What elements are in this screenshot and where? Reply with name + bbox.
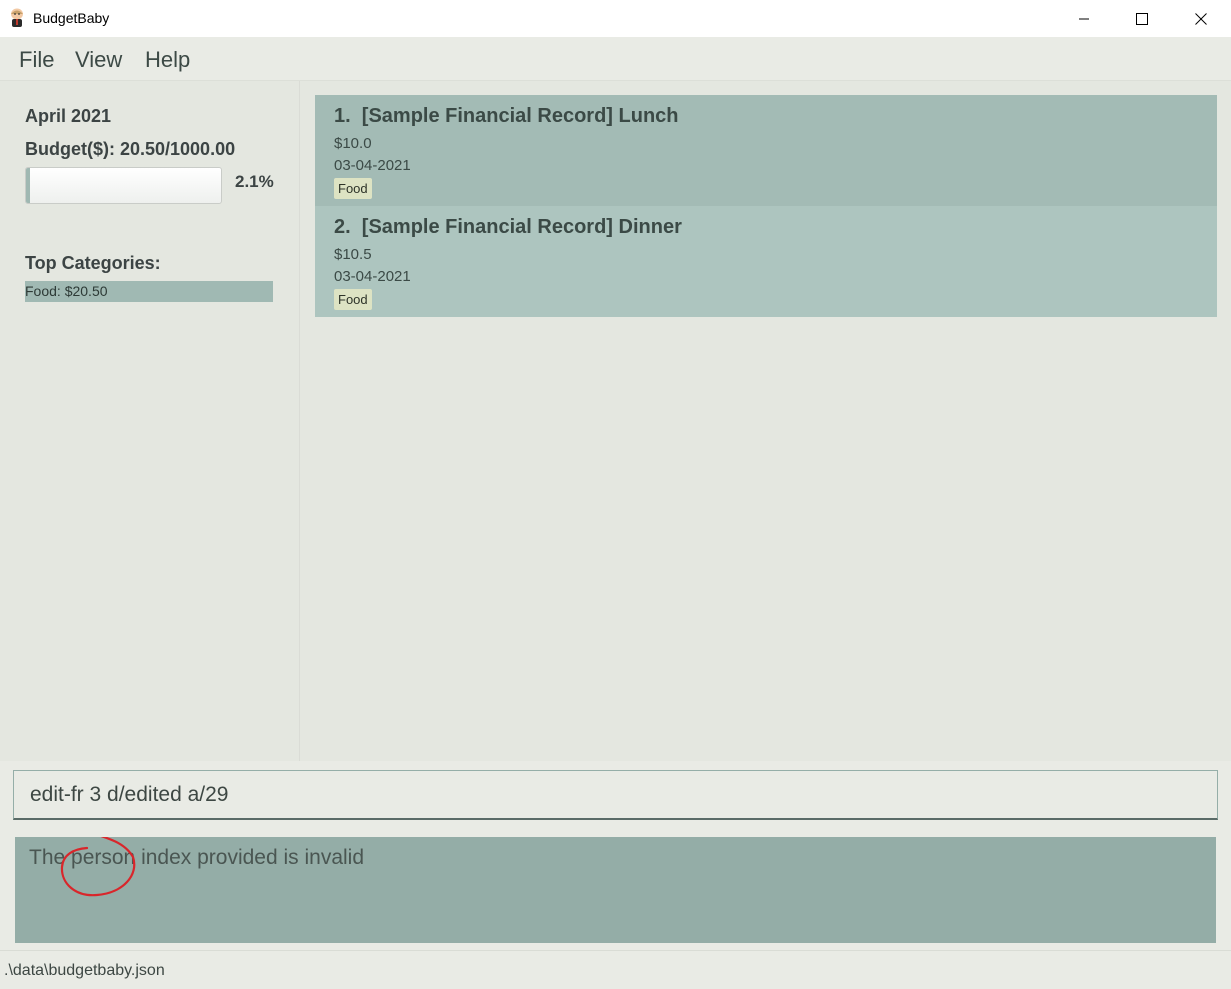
title-bar: BudgetBaby	[0, 0, 1231, 37]
command-area	[0, 761, 1231, 829]
data-file-path: .\data\budgetbaby.json	[4, 962, 165, 979]
record-title: 2. [Sample Financial Record] Dinner	[334, 216, 682, 238]
record-amount: $10.0	[334, 135, 372, 152]
record-date: 03-04-2021	[334, 268, 411, 285]
record-date: 03-04-2021	[334, 157, 411, 174]
financial-record-card[interactable]: 1. [Sample Financial Record] Lunch $10.0…	[315, 95, 1217, 206]
maximize-button[interactable]	[1113, 0, 1171, 37]
budget-sidebar: April 2021 Budget($): 20.50/1000.00 2.1%…	[0, 81, 300, 761]
maximize-icon	[1136, 12, 1148, 25]
result-display: The person index provided is invalid	[15, 837, 1216, 943]
budget-percentage: 2.1%	[235, 172, 274, 191]
result-area: The person index provided is invalid	[0, 829, 1231, 950]
top-category-item: Food: $20.50	[25, 281, 273, 302]
month-label: April 2021	[25, 106, 112, 126]
category-tag: Food	[334, 289, 372, 310]
baby-app-icon	[9, 8, 25, 28]
window-title: BudgetBaby	[33, 10, 110, 26]
record-amount: $10.5	[334, 246, 372, 263]
menu-help[interactable]: Help	[145, 47, 190, 73]
budget-label: Budget($): 20.50/1000.00	[25, 139, 236, 159]
minimize-button[interactable]	[1055, 0, 1113, 37]
top-categories-title: Top Categories:	[25, 253, 161, 273]
result-message: The person index provided is invalid	[29, 846, 365, 869]
close-icon	[1195, 12, 1207, 25]
budget-progress-fill	[26, 168, 30, 203]
financial-record-list[interactable]: 1. [Sample Financial Record] Lunch $10.0…	[315, 95, 1217, 317]
category-tag: Food	[334, 178, 372, 199]
financial-record-card[interactable]: 2. [Sample Financial Record] Dinner $10.…	[315, 206, 1217, 317]
main-content: April 2021 Budget($): 20.50/1000.00 2.1%…	[0, 81, 1231, 761]
command-input[interactable]	[13, 770, 1218, 820]
budget-progress-bar	[25, 167, 222, 204]
menu-view[interactable]: View	[75, 47, 122, 73]
menu-file[interactable]: File	[19, 47, 54, 73]
status-bar: .\data\budgetbaby.json	[0, 950, 1231, 989]
menu-bar: File View Help	[0, 37, 1231, 81]
record-title: 1. [Sample Financial Record] Lunch	[334, 105, 679, 127]
close-button[interactable]	[1172, 0, 1230, 37]
minimize-icon	[1079, 18, 1089, 19]
